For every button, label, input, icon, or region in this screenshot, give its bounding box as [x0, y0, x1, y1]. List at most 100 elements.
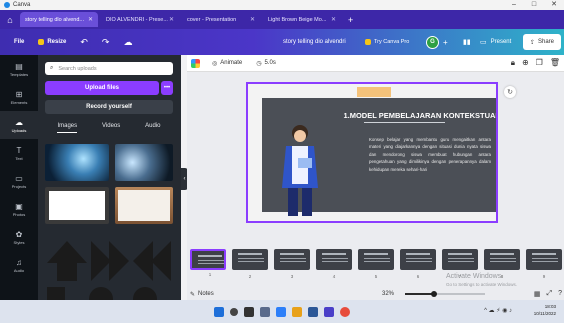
- page-thumbnail[interactable]: 9: [526, 249, 562, 279]
- folder-icon[interactable]: [292, 306, 302, 317]
- page-thumbnail[interactable]: 6: [400, 249, 436, 279]
- color-swatch-icon[interactable]: [191, 58, 200, 68]
- chrome-icon[interactable]: [340, 306, 350, 317]
- duration-button[interactable]: ◷ 5.0s: [256, 60, 276, 67]
- upload-thumbnail[interactable]: [115, 187, 173, 224]
- upload-thumbnail[interactable]: [45, 144, 109, 181]
- tab-dio-alvendri[interactable]: DIO ALVENDRI - Prese... ✕: [101, 12, 179, 27]
- rail-photos[interactable]: ▣ Photos: [0, 195, 38, 223]
- search-input[interactable]: ⌕ Search uploads: [45, 62, 173, 75]
- close-icon[interactable]: ✕: [544, 0, 564, 10]
- tab-label: cover - Presentation: [187, 16, 237, 23]
- rail-projects[interactable]: ▭ Projects: [0, 167, 38, 195]
- page-thumbnail[interactable]: 8: [484, 249, 520, 279]
- file-menu[interactable]: File: [14, 39, 24, 45]
- present-button[interactable]: ▭ Present: [480, 38, 511, 46]
- fullscreen-icon[interactable]: ⤢: [546, 290, 552, 298]
- clock-time: 18:03: [544, 304, 556, 309]
- close-tab-icon[interactable]: ✕: [88, 16, 93, 23]
- rail-audio[interactable]: ♫ Audio: [0, 251, 38, 279]
- tab-videos[interactable]: Videos: [102, 123, 120, 133]
- slide-canvas[interactable]: 1.MODEL PEMBELAJARAN KONTEKSTUAL Konsep …: [246, 82, 498, 223]
- duplicate-icon[interactable]: ❐: [536, 58, 543, 68]
- zoom-level[interactable]: 32%: [382, 291, 394, 297]
- tab-cover[interactable]: cover - Presentation ✕: [182, 12, 260, 27]
- zoom-slider-rest: [434, 293, 485, 295]
- circle-shape: [133, 287, 157, 300]
- close-tab-icon[interactable]: ✕: [169, 16, 174, 23]
- system-tray[interactable]: ^ ☁ ⚡ ◉ ♪: [484, 307, 512, 314]
- page-thumbnail[interactable]: 4: [316, 249, 352, 279]
- page-thumbnail[interactable]: 5: [358, 249, 394, 279]
- maximize-icon[interactable]: □: [524, 0, 544, 10]
- page-thumbnail[interactable]: 2: [232, 249, 268, 279]
- canva-app-icon[interactable]: [324, 306, 334, 317]
- windows-start-icon[interactable]: [214, 306, 224, 317]
- avatar[interactable]: G: [426, 35, 439, 49]
- word-icon[interactable]: [308, 306, 318, 317]
- side-rail: ▤ Templates ⊞ Elements ☁ Uploads T Text ▭ Pro…: [0, 55, 38, 300]
- rail-label: Elements: [10, 99, 28, 105]
- undo-icon[interactable]: ↶: [80, 37, 88, 48]
- tab-story-telling[interactable]: story telling dlo alvend... ✕: [20, 12, 98, 27]
- rail-templates[interactable]: ▤ Templates: [0, 55, 38, 83]
- edge-icon[interactable]: [276, 306, 286, 317]
- refresh-icon[interactable]: ↻: [504, 86, 516, 98]
- tab-label: story telling dlo alvend...: [25, 16, 85, 23]
- add-page-icon[interactable]: ⊕: [522, 58, 529, 68]
- slide-body-text[interactable]: Konsep belajar yang membantu guru mengai…: [369, 136, 491, 173]
- task-view-icon[interactable]: [244, 306, 254, 317]
- trash-icon[interactable]: 🗑︎: [550, 58, 560, 68]
- try-pro-button[interactable]: Try Canva Pro: [365, 39, 409, 45]
- tab-audio[interactable]: Audio: [145, 123, 160, 133]
- minimize-icon[interactable]: –: [504, 0, 524, 10]
- more-options-button[interactable]: •••: [161, 81, 173, 95]
- resize-label: Resize: [47, 39, 67, 45]
- file-explorer-icon[interactable]: [260, 306, 270, 317]
- rail-styles[interactable]: ✿ Styles: [0, 223, 38, 251]
- shape-fragment: [47, 287, 65, 300]
- upload-files-button[interactable]: Upload files: [45, 81, 159, 95]
- close-tab-icon[interactable]: ✕: [331, 16, 336, 23]
- slide-heading[interactable]: 1.MODEL PEMBELAJARAN KONTEKSTUAL: [305, 111, 496, 120]
- record-yourself-button[interactable]: Record yourself: [45, 100, 173, 114]
- page-thumbnail[interactable]: 7: [442, 249, 478, 279]
- animate-button[interactable]: ◎ Animate: [212, 60, 242, 67]
- search-icon[interactable]: [230, 307, 238, 316]
- notes-button[interactable]: Notes: [198, 291, 214, 297]
- play-icon: [91, 241, 111, 281]
- tape-decoration: [357, 87, 391, 97]
- redo-icon[interactable]: ↷: [102, 37, 110, 48]
- insights-icon[interactable]: ▮▮: [463, 38, 471, 46]
- editor-toolbar: File Resize ↶ ↷ ☁ story telling dio alve…: [0, 29, 564, 55]
- rail-label: Audio: [13, 267, 25, 273]
- arrow-shapes-thumbnail[interactable]: [45, 233, 173, 300]
- tab-images[interactable]: Images: [57, 123, 78, 133]
- clock[interactable]: 18:03 10/11/2022: [534, 303, 556, 317]
- share-button[interactable]: ⇪ Share: [523, 34, 561, 50]
- tab-light-brown[interactable]: Light Brown Beige Mo... ✕: [263, 12, 341, 27]
- fast-forward-icon: [109, 241, 129, 281]
- cloud-save-icon[interactable]: ☁: [123, 37, 132, 48]
- grid-view-icon[interactable]: ▦: [534, 290, 541, 298]
- rail-uploads[interactable]: ☁ Uploads: [0, 111, 38, 139]
- rail-elements[interactable]: ⊞ Elements: [0, 83, 38, 111]
- add-collaborator-icon[interactable]: +: [443, 38, 448, 47]
- page-thumbnail[interactable]: 3: [274, 249, 310, 279]
- page-number: 6: [416, 274, 420, 279]
- upload-thumbnail[interactable]: [115, 144, 173, 181]
- clock-date: 10/11/2022: [533, 311, 556, 316]
- new-tab-icon[interactable]: +: [348, 15, 353, 25]
- page-thumbnail[interactable]: 1: [190, 249, 226, 277]
- zoom-slider-handle[interactable]: [431, 291, 437, 297]
- share-icon: ⇪: [529, 39, 535, 46]
- resize-button[interactable]: Resize: [38, 39, 66, 45]
- rail-text[interactable]: T Text: [0, 139, 38, 167]
- help-icon[interactable]: ?: [558, 290, 562, 298]
- lock-icon[interactable]: 🔒︎: [511, 58, 515, 68]
- circle-shape: [89, 287, 113, 300]
- home-icon[interactable]: ⌂: [0, 15, 20, 25]
- document-title[interactable]: story telling dio alvendri: [283, 39, 346, 45]
- close-tab-icon[interactable]: ✕: [250, 16, 255, 23]
- upload-thumbnail[interactable]: [45, 187, 109, 224]
